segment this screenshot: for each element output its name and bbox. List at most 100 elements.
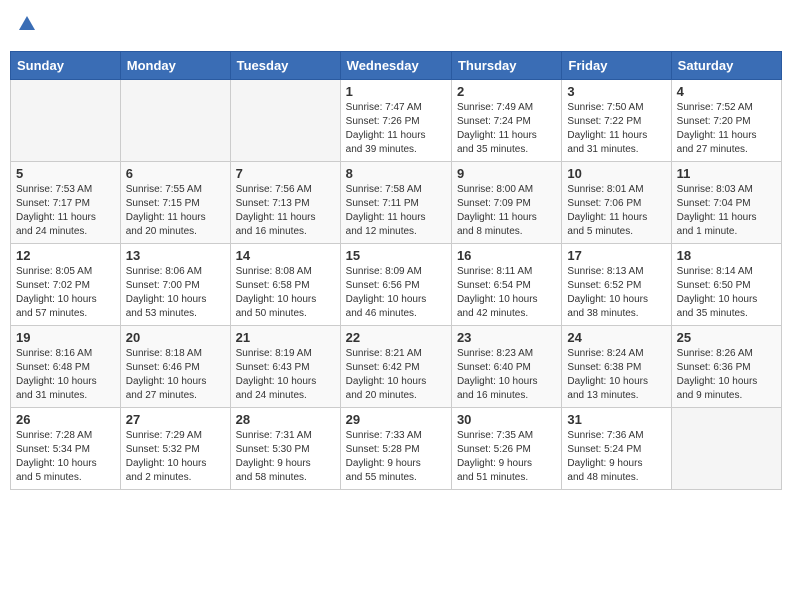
calendar-cell: 6 Sunrise: 7:55 AM Sunset: 7:15 PM Daylig…	[120, 162, 230, 244]
weekday-header-tuesday: Tuesday	[230, 52, 340, 80]
day-info: Sunrise: 8:18 AM Sunset: 6:46 PM Dayligh…	[126, 347, 225, 403]
calendar-cell	[120, 80, 230, 162]
day-number: 26	[16, 412, 115, 427]
day-number: 30	[457, 412, 556, 427]
day-number: 19	[16, 330, 115, 345]
calendar-cell: 31Sunrise: 7:36 AM Sunset: 5:24 PM Dayli…	[562, 408, 671, 490]
day-number: 25	[677, 330, 776, 345]
week-row-4: 19 Sunrise: 8:16 AM Sunset: 6:48 PM Dayli…	[11, 326, 782, 408]
calendar-cell	[11, 80, 121, 162]
logo	[16, 14, 37, 39]
page-header	[10, 10, 782, 43]
day-number: 18	[677, 248, 776, 263]
weekday-header-friday: Friday	[562, 52, 671, 80]
day-info: Sunrise: 7:55 AM Sunset: 7:15 PM Dayligh…	[126, 183, 225, 239]
day-number: 16	[457, 248, 556, 263]
calendar-cell: 20 Sunrise: 8:18 AM Sunset: 6:46 PM Dayli…	[120, 326, 230, 408]
week-row-1: 1Sunrise: 7:47 AM Sunset: 7:26 PM Daylig…	[11, 80, 782, 162]
calendar-cell: 5Sunrise: 7:53 AM Sunset: 7:17 PM Daylig…	[11, 162, 121, 244]
day-number: 27	[126, 412, 225, 427]
day-number: 8	[346, 166, 446, 181]
calendar-cell: 18Sunrise: 8:14 AM Sunset: 6:50 PM Dayli…	[671, 244, 781, 326]
calendar-cell: 7 Sunrise: 7:56 AM Sunset: 7:13 PM Daylig…	[230, 162, 340, 244]
day-info: Sunrise: 8:00 AM Sunset: 7:09 PM Dayligh…	[457, 183, 556, 239]
calendar-body: 1Sunrise: 7:47 AM Sunset: 7:26 PM Daylig…	[11, 80, 782, 490]
day-number: 4	[677, 84, 776, 99]
calendar-cell: 1Sunrise: 7:47 AM Sunset: 7:26 PM Daylig…	[340, 80, 451, 162]
calendar-cell: 22 Sunrise: 8:21 AM Sunset: 6:42 PM Dayli…	[340, 326, 451, 408]
week-row-2: 5Sunrise: 7:53 AM Sunset: 7:17 PM Daylig…	[11, 162, 782, 244]
day-info: Sunrise: 7:49 AM Sunset: 7:24 PM Dayligh…	[457, 101, 556, 157]
day-number: 28	[236, 412, 335, 427]
day-number: 1	[346, 84, 446, 99]
day-number: 13	[126, 248, 225, 263]
day-info: Sunrise: 8:05 AM Sunset: 7:02 PM Dayligh…	[16, 265, 115, 321]
calendar-cell: 12Sunrise: 8:05 AM Sunset: 7:02 PM Dayli…	[11, 244, 121, 326]
weekday-header-monday: Monday	[120, 52, 230, 80]
weekday-header-sunday: Sunday	[11, 52, 121, 80]
weekday-header-row: SundayMondayTuesdayWednesdayThursdayFrid…	[11, 52, 782, 80]
calendar-cell: 11 Sunrise: 8:03 AM Sunset: 7:04 PM Dayli…	[671, 162, 781, 244]
day-info: Sunrise: 8:03 AM Sunset: 7:04 PM Dayligh…	[677, 183, 776, 239]
day-info: Sunrise: 7:29 AM Sunset: 5:32 PM Dayligh…	[126, 429, 225, 485]
day-info: Sunrise: 8:13 AM Sunset: 6:52 PM Dayligh…	[567, 265, 665, 321]
calendar-cell: 28 Sunrise: 7:31 AM Sunset: 5:30 PM Dayli…	[230, 408, 340, 490]
day-number: 5	[16, 166, 115, 181]
calendar-cell: 3 Sunrise: 7:50 AM Sunset: 7:22 PM Daylig…	[562, 80, 671, 162]
calendar-cell: 30 Sunrise: 7:35 AM Sunset: 5:26 PM Dayli…	[451, 408, 561, 490]
week-row-3: 12Sunrise: 8:05 AM Sunset: 7:02 PM Dayli…	[11, 244, 782, 326]
day-info: Sunrise: 8:16 AM Sunset: 6:48 PM Dayligh…	[16, 347, 115, 403]
week-row-5: 26 Sunrise: 7:28 AM Sunset: 5:34 PM Dayli…	[11, 408, 782, 490]
day-number: 2	[457, 84, 556, 99]
calendar-cell: 24 Sunrise: 8:24 AM Sunset: 6:38 PM Dayli…	[562, 326, 671, 408]
day-info: Sunrise: 8:19 AM Sunset: 6:43 PM Dayligh…	[236, 347, 335, 403]
day-info: Sunrise: 7:56 AM Sunset: 7:13 PM Dayligh…	[236, 183, 335, 239]
calendar-cell: 23Sunrise: 8:23 AM Sunset: 6:40 PM Dayli…	[451, 326, 561, 408]
weekday-header-wednesday: Wednesday	[340, 52, 451, 80]
day-info: Sunrise: 8:06 AM Sunset: 7:00 PM Dayligh…	[126, 265, 225, 321]
day-info: Sunrise: 8:21 AM Sunset: 6:42 PM Dayligh…	[346, 347, 446, 403]
day-number: 6	[126, 166, 225, 181]
calendar-cell: 29Sunrise: 7:33 AM Sunset: 5:28 PM Dayli…	[340, 408, 451, 490]
calendar-cell	[671, 408, 781, 490]
logo-icon	[17, 14, 37, 34]
day-number: 11	[677, 166, 776, 181]
day-number: 14	[236, 248, 335, 263]
day-info: Sunrise: 8:09 AM Sunset: 6:56 PM Dayligh…	[346, 265, 446, 321]
day-info: Sunrise: 7:50 AM Sunset: 7:22 PM Dayligh…	[567, 101, 665, 157]
day-info: Sunrise: 7:36 AM Sunset: 5:24 PM Dayligh…	[567, 429, 665, 485]
calendar-cell: 27 Sunrise: 7:29 AM Sunset: 5:32 PM Dayli…	[120, 408, 230, 490]
calendar-cell: 4 Sunrise: 7:52 AM Sunset: 7:20 PM Daylig…	[671, 80, 781, 162]
day-number: 3	[567, 84, 665, 99]
day-info: Sunrise: 7:35 AM Sunset: 5:26 PM Dayligh…	[457, 429, 556, 485]
day-info: Sunrise: 7:58 AM Sunset: 7:11 PM Dayligh…	[346, 183, 446, 239]
day-number: 17	[567, 248, 665, 263]
day-info: Sunrise: 7:52 AM Sunset: 7:20 PM Dayligh…	[677, 101, 776, 157]
calendar-cell: 10 Sunrise: 8:01 AM Sunset: 7:06 PM Dayli…	[562, 162, 671, 244]
calendar-cell: 8 Sunrise: 7:58 AM Sunset: 7:11 PM Daylig…	[340, 162, 451, 244]
day-number: 24	[567, 330, 665, 345]
calendar-cell: 21 Sunrise: 8:19 AM Sunset: 6:43 PM Dayli…	[230, 326, 340, 408]
calendar-cell: 2 Sunrise: 7:49 AM Sunset: 7:24 PM Daylig…	[451, 80, 561, 162]
day-number: 20	[126, 330, 225, 345]
day-info: Sunrise: 7:31 AM Sunset: 5:30 PM Dayligh…	[236, 429, 335, 485]
weekday-header-saturday: Saturday	[671, 52, 781, 80]
calendar-table: SundayMondayTuesdayWednesdayThursdayFrid…	[10, 51, 782, 490]
day-info: Sunrise: 8:08 AM Sunset: 6:58 PM Dayligh…	[236, 265, 335, 321]
weekday-header-thursday: Thursday	[451, 52, 561, 80]
calendar-cell: 16 Sunrise: 8:11 AM Sunset: 6:54 PM Dayli…	[451, 244, 561, 326]
day-info: Sunrise: 7:28 AM Sunset: 5:34 PM Dayligh…	[16, 429, 115, 485]
day-info: Sunrise: 8:24 AM Sunset: 6:38 PM Dayligh…	[567, 347, 665, 403]
day-info: Sunrise: 8:26 AM Sunset: 6:36 PM Dayligh…	[677, 347, 776, 403]
calendar-cell: 19 Sunrise: 8:16 AM Sunset: 6:48 PM Dayli…	[11, 326, 121, 408]
day-info: Sunrise: 8:01 AM Sunset: 7:06 PM Dayligh…	[567, 183, 665, 239]
day-number: 21	[236, 330, 335, 345]
day-number: 10	[567, 166, 665, 181]
day-info: Sunrise: 8:11 AM Sunset: 6:54 PM Dayligh…	[457, 265, 556, 321]
day-info: Sunrise: 7:33 AM Sunset: 5:28 PM Dayligh…	[346, 429, 446, 485]
calendar-cell: 17 Sunrise: 8:13 AM Sunset: 6:52 PM Dayli…	[562, 244, 671, 326]
day-number: 15	[346, 248, 446, 263]
day-number: 7	[236, 166, 335, 181]
day-number: 22	[346, 330, 446, 345]
calendar-cell: 26 Sunrise: 7:28 AM Sunset: 5:34 PM Dayli…	[11, 408, 121, 490]
